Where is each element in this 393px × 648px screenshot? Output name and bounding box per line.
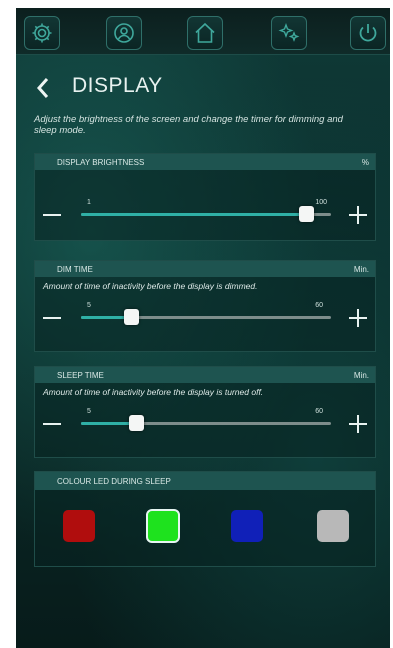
brightness-increase-button-vertical[interactable] — [357, 206, 359, 224]
brightness-unit: % — [361, 157, 369, 167]
power-button[interactable] — [350, 16, 386, 50]
dim-time-slider[interactable]: 5 60 — [81, 302, 331, 325]
sleep-time-slider-fill — [81, 422, 136, 425]
sleep-time-slider-row: 5 60 — [35, 397, 375, 447]
dim-time-slider-handle[interactable] — [124, 309, 139, 325]
top-navigation-bar — [16, 8, 390, 55]
led-colour-label: COLOUR LED DURING SLEEP — [57, 476, 171, 486]
user-icon — [114, 23, 134, 43]
page-title: DISPLAY — [72, 74, 163, 97]
page-header: DISPLAY — [36, 72, 366, 102]
led-colour-header: COLOUR LED DURING SLEEP — [35, 472, 375, 490]
dim-time-max-label: 60 — [315, 302, 323, 309]
led-colour-options — [35, 490, 375, 560]
dim-time-description: Amount of time of inactivity before the … — [43, 281, 258, 291]
sleep-time-header: SLEEP TIME Min. — [35, 367, 375, 383]
page-description: Adjust the brightness of the screen and … — [34, 114, 343, 136]
back-chevron-icon[interactable] — [36, 76, 50, 100]
effects-button[interactable] — [271, 16, 307, 50]
sleep-time-decrease-button[interactable] — [43, 423, 61, 425]
sleep-time-slider[interactable]: 5 60 — [81, 408, 331, 431]
brightness-slider-fill — [81, 213, 306, 216]
dim-time-unit: Min. — [353, 264, 369, 274]
brightness-decrease-button[interactable] — [43, 214, 61, 216]
brightness-slider[interactable]: 1 100 — [81, 199, 331, 222]
sleep-time-min-label: 5 — [87, 408, 91, 415]
power-icon — [359, 24, 377, 42]
sleep-time-description: Amount of time of inactivity before the … — [43, 387, 264, 397]
dim-time-label: DIM TIME — [57, 264, 93, 274]
sleep-time-slider-handle[interactable] — [129, 415, 144, 431]
brightness-slider-handle[interactable] — [299, 206, 314, 222]
home-button[interactable] — [187, 16, 223, 50]
dim-time-decrease-button[interactable] — [43, 317, 61, 319]
gear-icon — [32, 23, 52, 43]
sleep-time-increase-button-vertical[interactable] — [357, 415, 359, 433]
brightness-header: DISPLAY BRIGHTNESS % — [35, 154, 375, 170]
dim-time-min-label: 5 — [87, 302, 91, 309]
led-colour-blue[interactable] — [231, 510, 263, 542]
led-colour-panel: COLOUR LED DURING SLEEP — [34, 471, 376, 567]
brightness-slider-row: 1 100 — [35, 180, 375, 230]
sleep-time-max-label: 60 — [315, 408, 323, 415]
dim-time-header: DIM TIME Min. — [35, 261, 375, 277]
home-icon — [195, 22, 215, 43]
brightness-max-label: 100 — [315, 199, 327, 206]
led-colour-red[interactable] — [63, 510, 95, 542]
settings-button[interactable] — [24, 16, 60, 50]
dim-time-slider-row: 5 60 — [35, 291, 375, 341]
dim-time-increase-button-vertical[interactable] — [357, 309, 359, 327]
sparkle-icon — [278, 23, 300, 42]
profile-button[interactable] — [106, 16, 142, 50]
sleep-time-panel: SLEEP TIME Min. Amount of time of inacti… — [34, 366, 376, 458]
brightness-label: DISPLAY BRIGHTNESS — [57, 157, 145, 167]
brightness-panel: DISPLAY BRIGHTNESS % 1 100 — [34, 153, 376, 241]
sleep-time-label: SLEEP TIME — [57, 370, 104, 380]
brightness-min-label: 1 — [87, 199, 91, 206]
sleep-time-unit: Min. — [353, 370, 369, 380]
display-settings-screen: DISPLAY Adjust the brightness of the scr… — [16, 8, 390, 648]
led-colour-green[interactable] — [146, 509, 180, 543]
dim-time-panel: DIM TIME Min. Amount of time of inactivi… — [34, 260, 376, 352]
led-colour-grey[interactable] — [317, 510, 349, 542]
